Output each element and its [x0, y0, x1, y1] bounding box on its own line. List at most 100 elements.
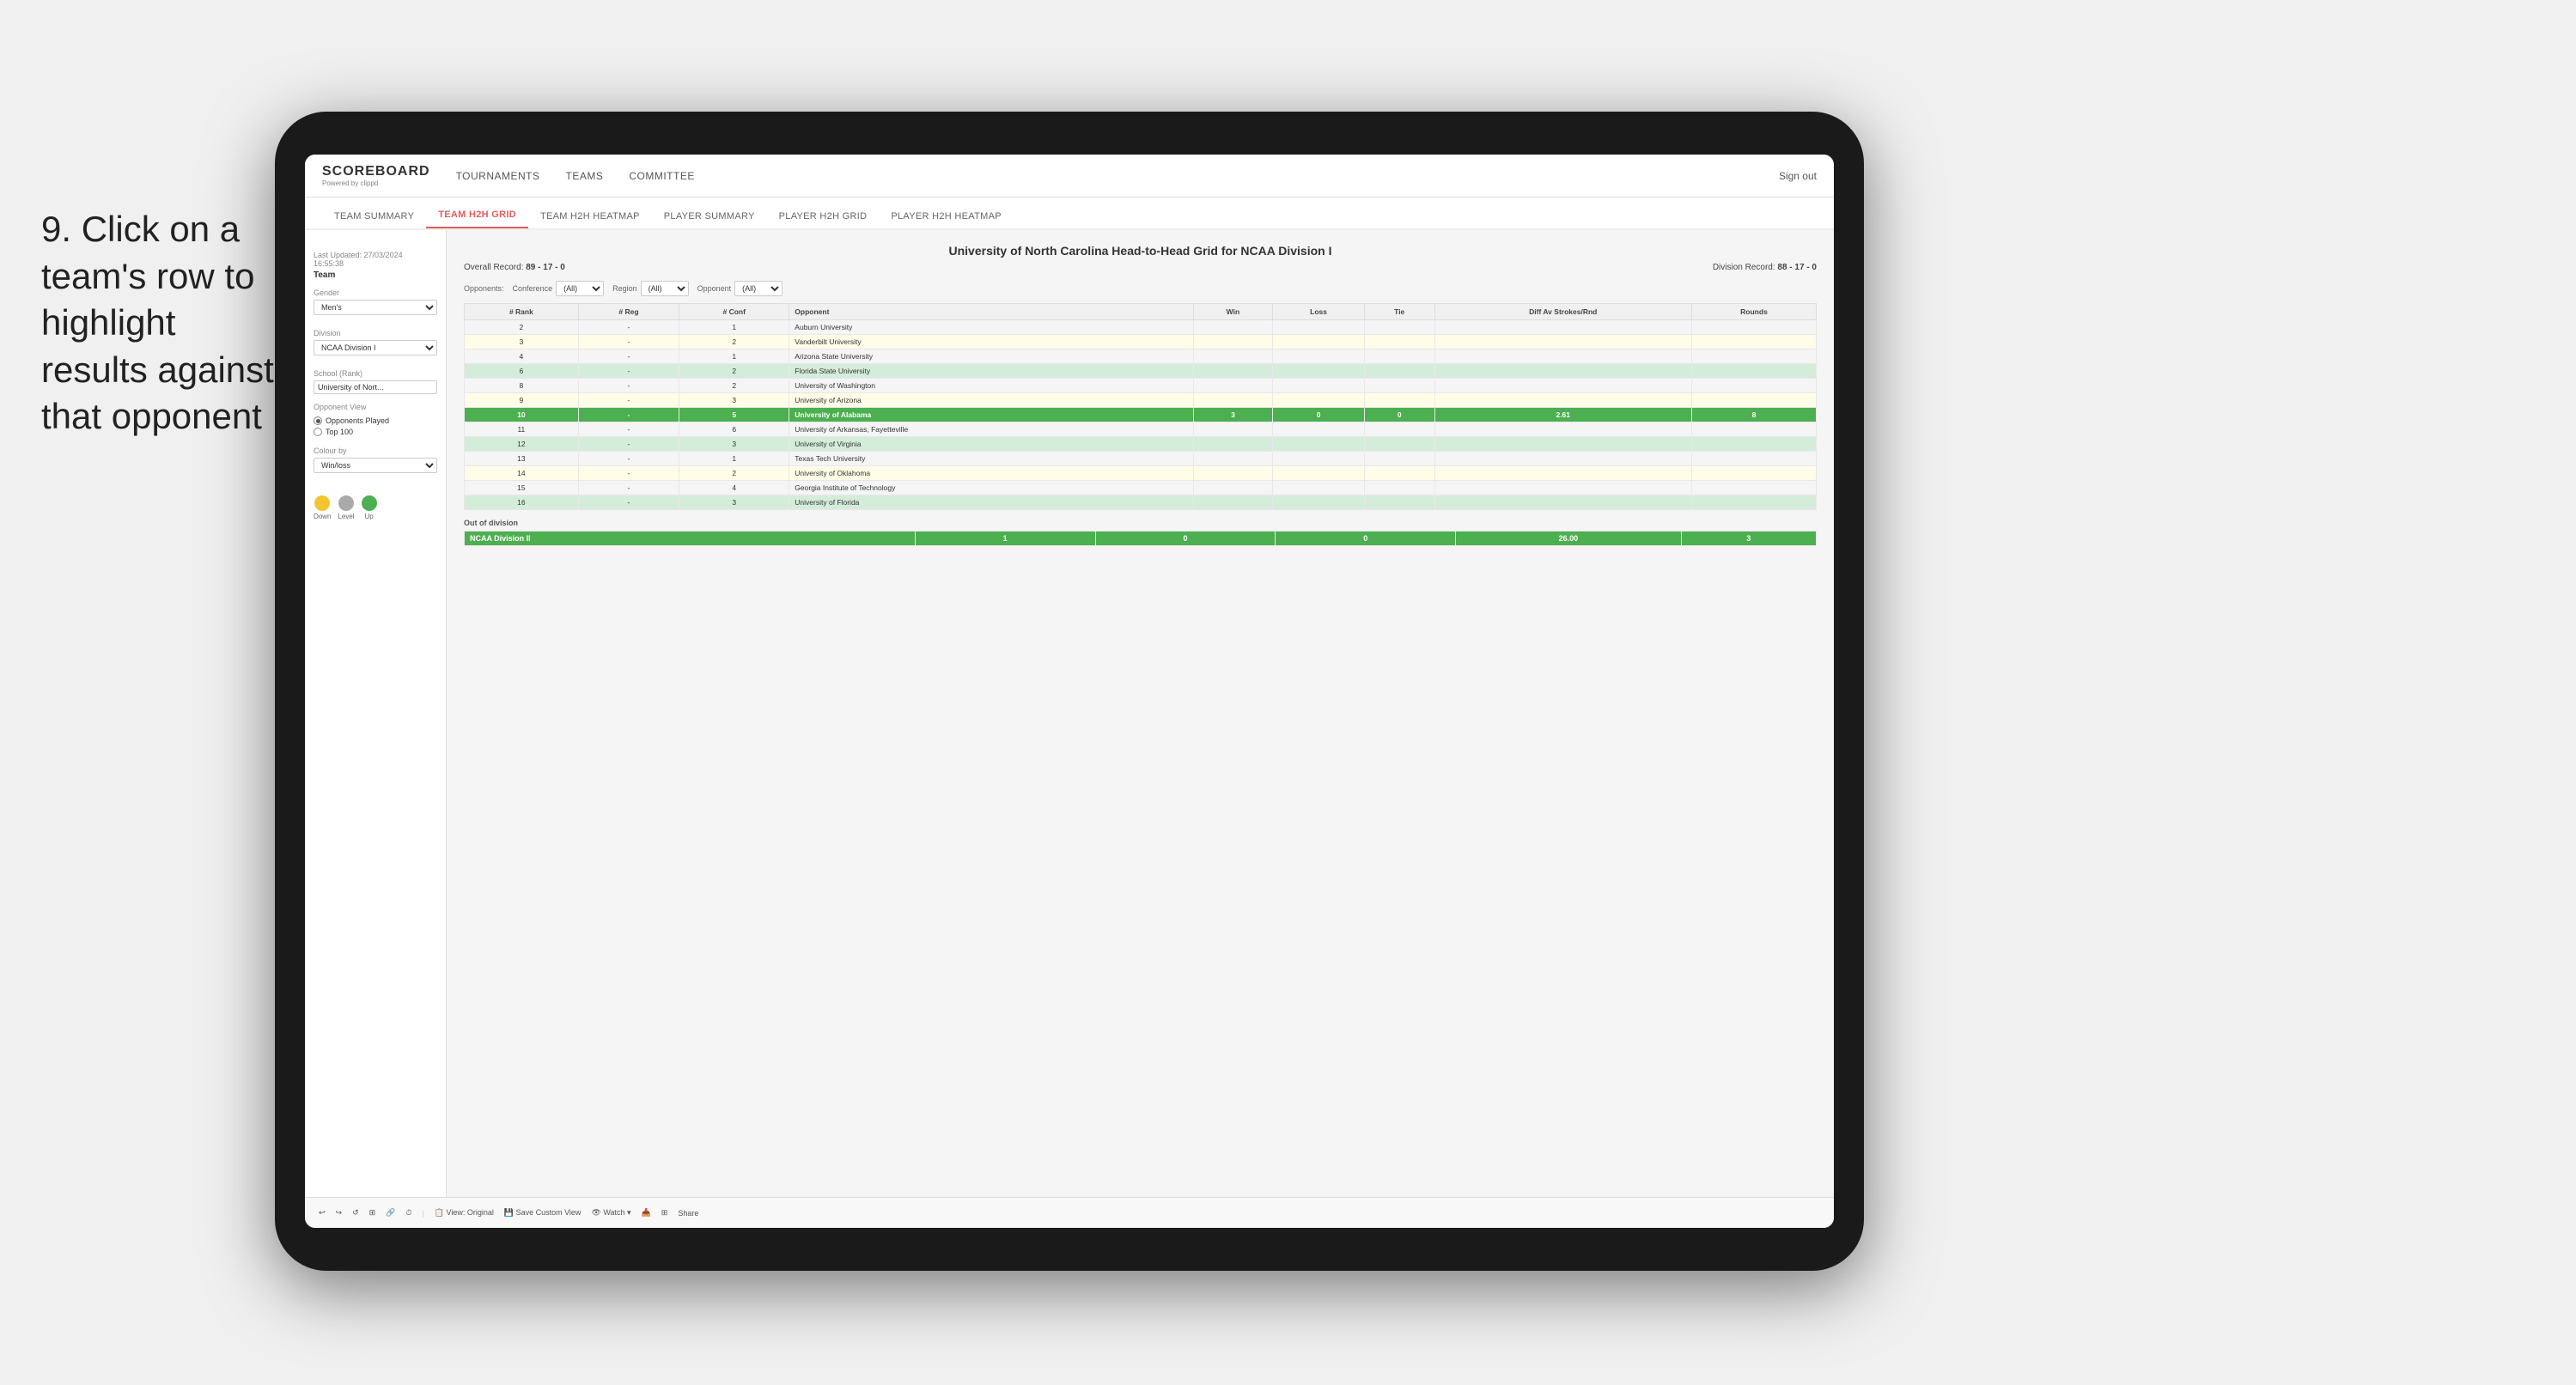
cell-r9-c1: -	[578, 452, 679, 466]
table-row[interactable]: 15-4Georgia Institute of Technology	[465, 481, 1817, 495]
toolbar-share[interactable]: Share	[678, 1209, 698, 1218]
tab-team-h2h-grid[interactable]: TEAM H2H GRID	[426, 203, 528, 228]
grid-content: University of North Carolina Head-to-Hea…	[447, 230, 1834, 1197]
toolbar-redo[interactable]: ↪	[336, 1208, 343, 1218]
cell-r7-c2: 6	[679, 422, 789, 437]
cell-r0-c3: Auburn University	[789, 320, 1193, 335]
toolbar-link[interactable]: 🔗	[386, 1208, 395, 1218]
toolbar-undo[interactable]: ↩	[319, 1208, 326, 1218]
tab-player-h2h-heatmap[interactable]: PLAYER H2H HEATMAP	[879, 204, 1013, 228]
cell-r9-c6	[1364, 452, 1434, 466]
cell-r12-c5	[1273, 495, 1365, 510]
opponent-filter: Opponent (All)	[697, 281, 783, 296]
nav-teams[interactable]: TEAMS	[566, 167, 604, 185]
cell-r5-c8	[1691, 393, 1816, 408]
cell-r11-c0: 15	[465, 481, 579, 495]
out-division-loss: 0	[1095, 532, 1276, 546]
tab-team-h2h-heatmap[interactable]: TEAM H2H HEATMAP	[528, 204, 652, 228]
table-row[interactable]: 3-2Vanderbilt University	[465, 335, 1817, 349]
cell-r5-c3: University of Arizona	[789, 393, 1193, 408]
table-row[interactable]: 14-2University of Oklahoma	[465, 466, 1817, 481]
toolbar-grid2[interactable]: ⊞	[661, 1208, 668, 1218]
cell-r4-c3: University of Washington	[789, 379, 1193, 393]
logo-subtitle: Powered by clippd	[322, 179, 430, 187]
toolbar-refresh[interactable]: ↺	[352, 1208, 359, 1218]
cell-r9-c8	[1691, 452, 1816, 466]
table-row[interactable]: 13-1Texas Tech University	[465, 452, 1817, 466]
col-loss: Loss	[1273, 304, 1365, 320]
cell-r8-c8	[1691, 437, 1816, 452]
cell-r11-c2: 4	[679, 481, 789, 495]
cell-r8-c5	[1273, 437, 1365, 452]
cell-r2-c2: 1	[679, 349, 789, 364]
cell-r9-c2: 1	[679, 452, 789, 466]
cell-r2-c3: Arizona State University	[789, 349, 1193, 364]
cell-r6-c6: 0	[1364, 408, 1434, 422]
division-record: Division Record: 88 - 17 - 0	[1713, 263, 1817, 272]
toolbar-sep1: |	[422, 1209, 423, 1218]
table-row[interactable]: 11-6University of Arkansas, Fayetteville	[465, 422, 1817, 437]
cell-r7-c5	[1273, 422, 1365, 437]
logo-title: SCOREBOARD	[322, 164, 430, 179]
filters-row: Opponents: Conference (All) Region (All)	[464, 281, 1817, 296]
legend-up-dot	[362, 495, 377, 511]
toolbar-timer[interactable]: ⏱	[405, 1208, 411, 1218]
cell-r4-c0: 8	[465, 379, 579, 393]
out-division-row[interactable]: NCAA Division II 1 0 0 26.00 3	[465, 532, 1817, 546]
cell-r6-c7: 2.61	[1434, 408, 1691, 422]
cell-r9-c5	[1273, 452, 1365, 466]
gender-select[interactable]: Men's	[314, 300, 437, 315]
opponent-filter-select[interactable]: (All)	[734, 281, 783, 296]
col-diff: Diff Av Strokes/Rnd	[1434, 304, 1691, 320]
conference-filter-select[interactable]: (All)	[556, 281, 604, 296]
cell-r2-c7	[1434, 349, 1691, 364]
cell-r10-c3: University of Oklahoma	[789, 466, 1193, 481]
table-row[interactable]: 10-5University of Alabama3002.618	[465, 408, 1817, 422]
cell-r6-c8: 8	[1691, 408, 1816, 422]
table-row[interactable]: 4-1Arizona State University	[465, 349, 1817, 364]
table-row[interactable]: 6-2Florida State University	[465, 364, 1817, 379]
division-label: Division	[314, 329, 437, 337]
radio-opponents-played[interactable]: Opponents Played	[314, 416, 437, 425]
cell-r0-c2: 1	[679, 320, 789, 335]
toolbar-watch[interactable]: 👁 Watch ▾	[591, 1208, 630, 1218]
cell-r7-c1: -	[578, 422, 679, 437]
cell-r7-c3: University of Arkansas, Fayetteville	[789, 422, 1193, 437]
table-row[interactable]: 2-1Auburn University	[465, 320, 1817, 335]
table-row[interactable]: 16-3University of Florida	[465, 495, 1817, 510]
cell-r8-c1: -	[578, 437, 679, 452]
gender-label: Gender	[314, 289, 437, 297]
tab-team-summary[interactable]: TEAM SUMMARY	[322, 204, 426, 228]
out-division-rounds: 3	[1681, 532, 1816, 546]
table-row[interactable]: 9-3University of Arizona	[465, 393, 1817, 408]
radio-top100[interactable]: Top 100	[314, 428, 437, 436]
tab-player-h2h-grid[interactable]: PLAYER H2H GRID	[767, 204, 880, 228]
toolbar-save-custom[interactable]: 💾 Save Custom View	[504, 1208, 582, 1218]
cell-r11-c8	[1691, 481, 1816, 495]
table-row[interactable]: 8-2University of Washington	[465, 379, 1817, 393]
colour-by-select[interactable]: Win/loss	[314, 458, 437, 473]
cell-r6-c2: 5	[679, 408, 789, 422]
nav-committee[interactable]: COMMITTEE	[629, 167, 695, 185]
cell-r7-c4	[1193, 422, 1273, 437]
sign-out-link[interactable]: Sign out	[1779, 170, 1817, 182]
table-row[interactable]: 12-3University of Virginia	[465, 437, 1817, 452]
toolbar-download[interactable]: 📥	[642, 1208, 651, 1218]
division-select[interactable]: NCAA Division I	[314, 340, 437, 355]
nav-tournaments[interactable]: TOURNAMENTS	[456, 167, 540, 185]
cell-r11-c5	[1273, 481, 1365, 495]
cell-r7-c8	[1691, 422, 1816, 437]
cell-r9-c4	[1193, 452, 1273, 466]
tab-player-summary[interactable]: PLAYER SUMMARY	[652, 204, 767, 228]
opponent-filter-label: Opponent	[697, 284, 732, 293]
toolbar-grid[interactable]: ⊞	[369, 1208, 376, 1218]
cell-r12-c0: 16	[465, 495, 579, 510]
school-value[interactable]: University of Nort...	[314, 380, 437, 394]
cell-r3-c0: 6	[465, 364, 579, 379]
cell-r12-c3: University of Florida	[789, 495, 1193, 510]
region-filter-select[interactable]: (All)	[641, 281, 689, 296]
opponent-view-group: Opponents Played Top 100	[314, 416, 437, 436]
cell-r8-c4	[1193, 437, 1273, 452]
toolbar-view-original[interactable]: 📋 View: Original	[435, 1208, 494, 1218]
cell-r2-c1: -	[578, 349, 679, 364]
